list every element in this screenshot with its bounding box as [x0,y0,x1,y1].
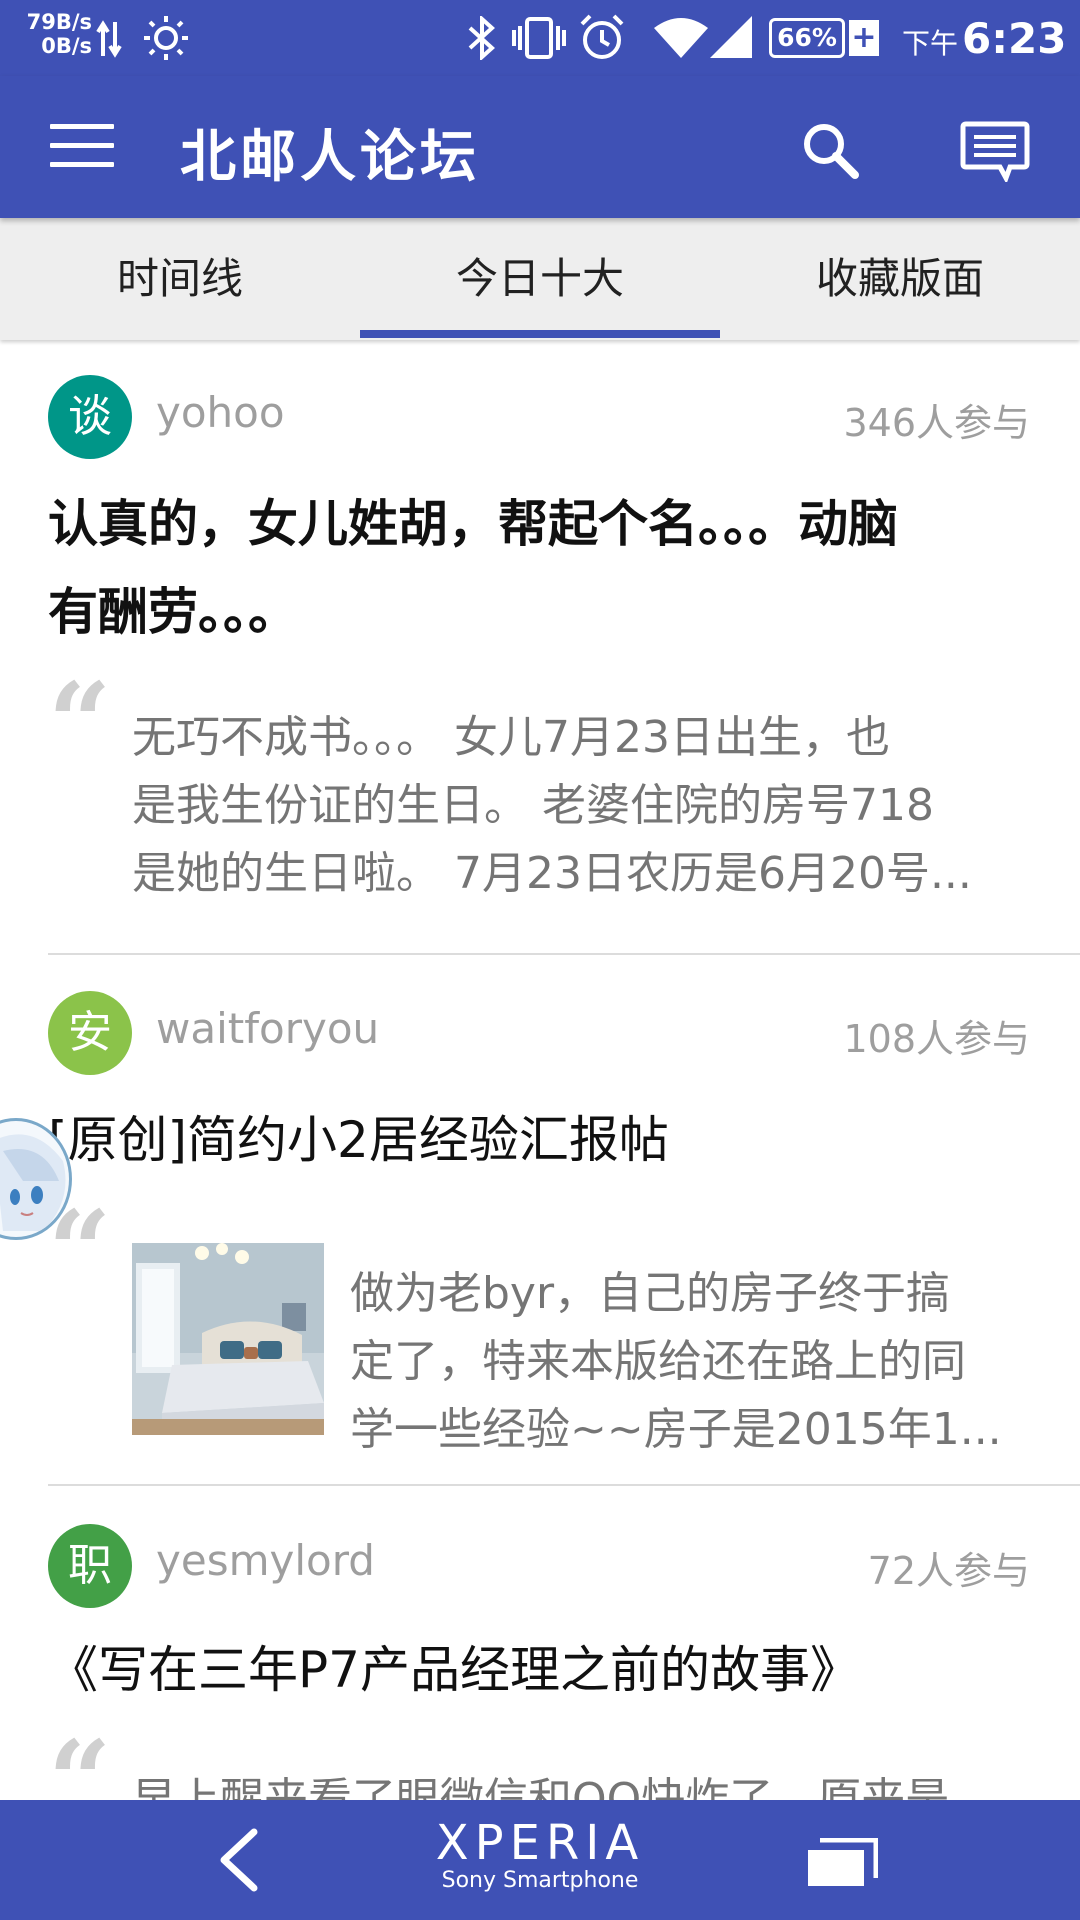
search-icon[interactable] [800,120,860,180]
avatar[interactable]: 谈 [48,375,132,459]
clock: 下午6:23 [902,14,1066,63]
post-title[interactable]: [原创]简约小2居经验汇报帖 [48,1096,1038,1184]
back-icon[interactable] [210,1828,270,1892]
data-transfer-icon [96,20,122,58]
participant-count: 346人参与 [843,401,1030,445]
post-feed[interactable]: 谈 yohoo 346人参与 认真的，女儿姓胡，帮起个名。。。动脑 有酬劳。。。… [0,340,1080,1800]
message-icon[interactable] [960,120,1030,182]
post-excerpt[interactable]: 早上醒来看了眼微信和QQ快炸了，原来是 [132,1766,1052,1800]
system-nav-bar: XPERIA Sony Smartphone [0,1800,1080,1920]
app-bar: 北邮人论坛 [0,76,1080,218]
post-excerpt[interactable]: 无巧不成书。。。 女儿7月23日出生，也 是我生份证的生日。 老婆住院的房号71… [132,704,1052,908]
tab-favorite-boards[interactable]: 收藏版面 [720,218,1080,340]
excerpt-line: 定了，特来本版给还在路上的同 [350,1336,966,1387]
active-tab-indicator [360,330,720,338]
network-speed: 79B/s 0B/s [22,10,92,58]
tab-bar: 时间线 今日十大 收藏版面 [0,218,1080,340]
bluetooth-icon [468,16,495,60]
quote-icon: “ [48,658,112,787]
post-title[interactable]: 认真的，女儿姓胡，帮起个名。。。动脑 有酬劳。。。 [48,480,1038,656]
network-download-speed: 0B/s [41,34,92,58]
post-excerpt[interactable]: 做为老byr，自己的房子终于搞 定了，特来本版给还在路上的同 学一些经验~~房子… [350,1260,1050,1464]
recent-apps-icon[interactable] [806,1838,878,1888]
brand-subtitle: Sony Smartphone [441,1868,639,1893]
vibrate-icon [512,17,566,59]
menu-icon[interactable] [50,124,114,172]
author-name[interactable]: yohoo [156,388,285,437]
excerpt-line: 是我生份证的生日。 老婆住院的房号718 [132,780,934,831]
excerpt-line: 学一些经验~~房子是2015年1... [350,1404,1002,1455]
post-card[interactable]: 职 yesmylord 72人参与 《写在三年P7产品经理之前的故事》 “ 早上… [0,1486,1080,1800]
post-card[interactable]: 安 waitforyou 108人参与 [原创]简约小2居经验汇报帖 “ 做为老… [0,956,1080,1486]
participant-count: 108人参与 [843,1017,1030,1061]
excerpt-line: 做为老byr，自己的房子终于搞 [350,1268,951,1319]
post-card[interactable]: 谈 yohoo 346人参与 认真的，女儿姓胡，帮起个名。。。动脑 有酬劳。。。… [0,340,1080,956]
post-title-line: [原创]简约小2居经验汇报帖 [48,1111,669,1169]
post-title-line: 有酬劳。。。 [48,583,298,641]
excerpt-line: 早上醒来看了眼微信和QQ快炸了，原来是 [132,1774,950,1800]
xperia-logo[interactable]: XPERIA Sony Smartphone [420,1818,660,1894]
divider [48,953,1080,955]
alarm-icon [580,14,624,59]
bedroom-photo [132,1243,324,1435]
avatar[interactable]: 安 [48,991,132,1075]
author-name[interactable]: waitforyou [156,1004,379,1053]
tab-timeline[interactable]: 时间线 [0,218,360,340]
post-thumbnail[interactable] [132,1243,324,1435]
charging-icon: + [849,20,879,56]
excerpt-line: 无巧不成书。。。 女儿7月23日出生，也 [132,712,890,763]
post-title-line: 《写在三年P7产品经理之前的故事》 [48,1641,860,1699]
battery-indicator: 66% [769,18,845,58]
wifi-icon [654,18,708,58]
author-name[interactable]: yesmylord [156,1536,375,1585]
participant-count: 72人参与 [867,1549,1030,1593]
status-bar: 79B/s 0B/s 66% + 下午6:23 [0,0,1080,76]
post-title-line: 认真的，女儿姓胡，帮起个名。。。动脑 [48,495,898,553]
brand-name: XPERIA [435,1815,645,1871]
clock-period: 下午 [902,27,959,60]
brightness-icon [144,16,188,60]
tab-top-ten[interactable]: 今日十大 [360,218,720,340]
quote-icon: “ [48,1716,112,1801]
battery-level: 66% [777,23,837,52]
app-title: 北邮人论坛 [180,125,480,190]
signal-icon [710,16,752,58]
post-title[interactable]: 《写在三年P7产品经理之前的故事》 [48,1626,1038,1714]
clock-time: 6:23 [962,14,1067,63]
avatar[interactable]: 职 [48,1524,132,1608]
network-upload-speed: 79B/s [26,10,92,34]
excerpt-line: 是她的生日啦。 7月23日农历是6月20号... [132,848,972,899]
